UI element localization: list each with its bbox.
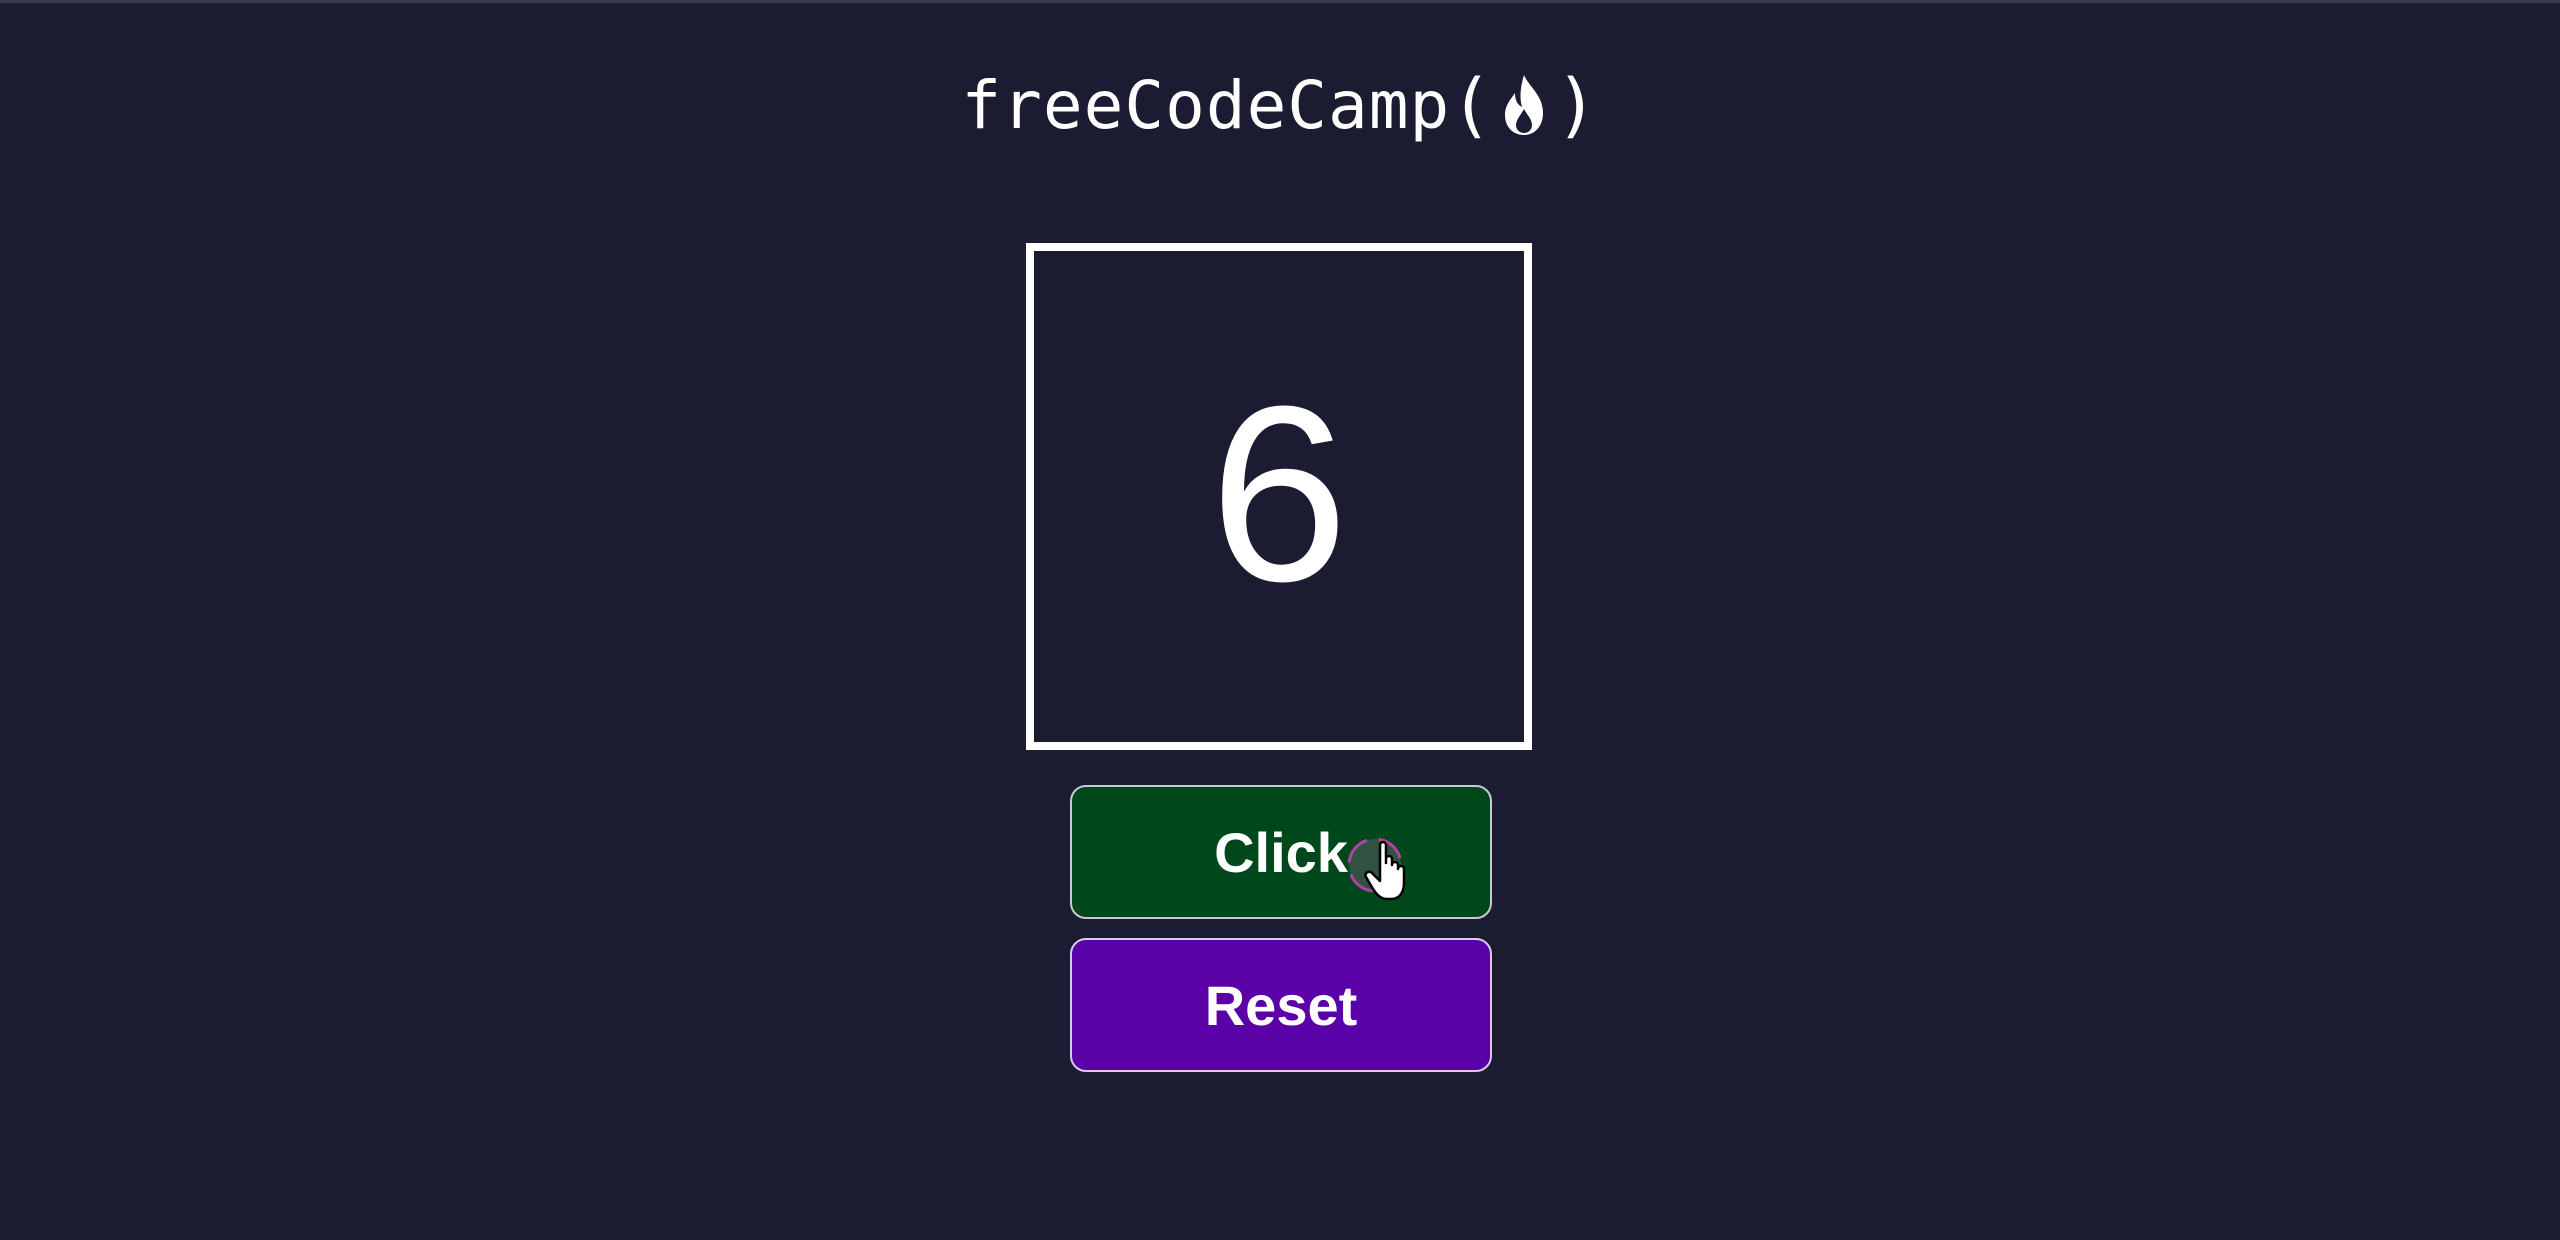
logo-close-paren: ) [1555, 64, 1599, 146]
click-button-label: Click [1214, 820, 1348, 884]
logo-open-paren: ( [1450, 64, 1494, 146]
app-page: freeCodeCamp ( ) 6 Click Reset [0, 0, 2560, 1240]
flame-icon [1499, 71, 1549, 139]
logo-text: freeCodeCamp [961, 66, 1451, 144]
reset-button[interactable]: Reset [1070, 938, 1492, 1072]
reset-button-label: Reset [1204, 973, 1358, 1037]
counter-value: 6 [1209, 353, 1349, 633]
click-button[interactable]: Click [1070, 785, 1492, 919]
freecodecamp-logo: freeCodeCamp ( ) [0, 55, 2560, 155]
counter-display: 6 [1026, 243, 1532, 750]
